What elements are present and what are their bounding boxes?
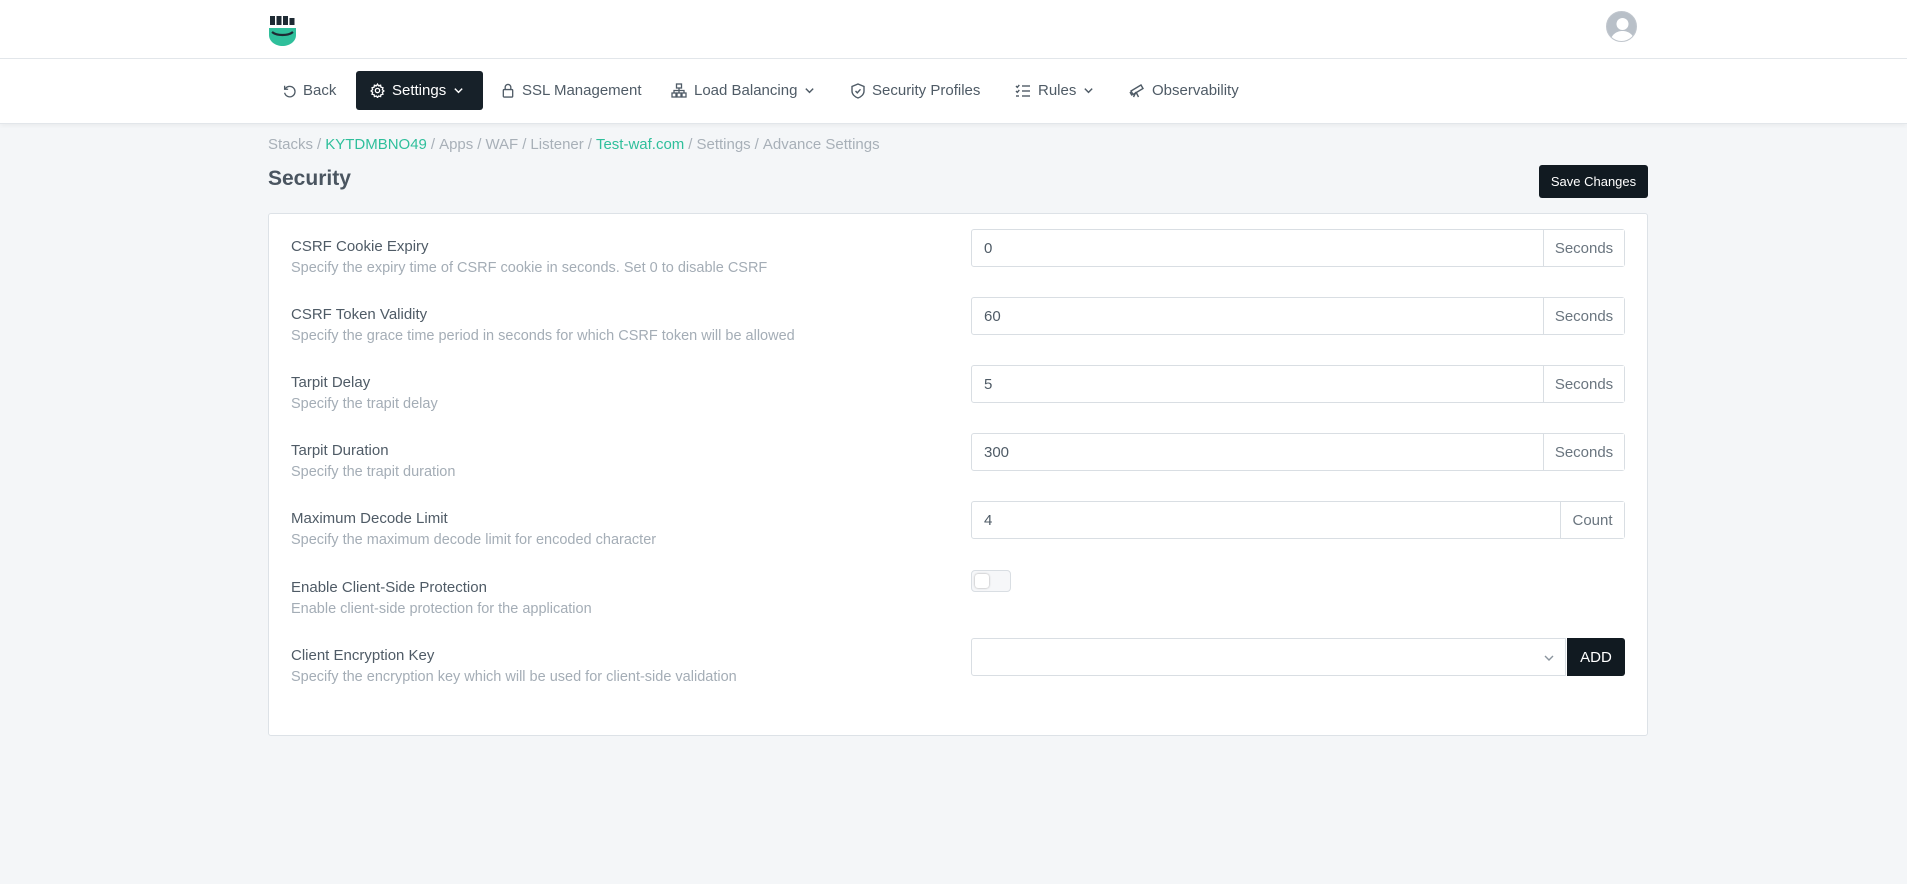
setting-title: Maximum Decode Limit	[291, 510, 448, 527]
setting-row-csrf-token-validity: CSRF Token Validity Specify the grace ti…	[269, 297, 1649, 366]
unit-label: Seconds	[1543, 366, 1624, 402]
tarpit-delay-field[interactable]: 5 Seconds	[971, 365, 1625, 403]
gear-icon	[370, 83, 385, 98]
telescope-icon	[1129, 84, 1144, 98]
shield-icon	[851, 82, 865, 99]
csrf-cookie-expiry-field[interactable]: 0 Seconds	[971, 229, 1625, 267]
lock-icon	[502, 83, 514, 98]
breadcrumb-settings[interactable]: Settings	[696, 136, 750, 153]
save-changes-button[interactable]: Save Changes	[1539, 165, 1648, 198]
maximum-decode-limit-field[interactable]: 4 Count	[971, 501, 1625, 539]
setting-description: Specify the trapit delay	[291, 396, 438, 412]
setting-title: Tarpit Duration	[291, 442, 389, 459]
setting-description: Specify the encryption key which will be…	[291, 669, 737, 685]
chevron-down-icon	[805, 88, 815, 94]
client-side-protection-toggle[interactable]	[971, 570, 1011, 592]
setting-title: CSRF Cookie Expiry	[291, 238, 429, 255]
nav-observability-label: Observability	[1152, 82, 1239, 99]
unit-label: Seconds	[1543, 298, 1624, 334]
user-avatar[interactable]	[1606, 11, 1637, 42]
breadcrumb: Stacks / KYTDMBNO49/Apps / WAF / Listener / Test…	[268, 136, 880, 153]
nav-observability[interactable]: Observability	[1115, 71, 1253, 110]
add-key-button[interactable]: ADD	[1567, 638, 1625, 676]
nav-rules-label: Rules	[1038, 82, 1077, 99]
page-title: Security	[268, 167, 351, 190]
setting-description: Specify the maximum decode limit for enc…	[291, 532, 657, 548]
breadcrumb-domain[interactable]: Test-waf.com	[596, 136, 684, 153]
undo-icon	[283, 85, 296, 98]
list-check-icon	[1015, 84, 1030, 97]
chevron-down-icon	[1544, 655, 1554, 661]
csrf-cookie-expiry-input[interactable]: 0	[972, 230, 1543, 266]
breadcrumb-stacks[interactable]: Stacks	[268, 136, 313, 153]
client-encryption-key-select[interactable]	[971, 638, 1566, 676]
setting-title: Client Encryption Key	[291, 647, 435, 664]
chevron-down-icon	[1084, 88, 1094, 94]
breadcrumb-stack-id[interactable]: KYTDMBNO49	[325, 136, 427, 153]
top-header	[0, 0, 1907, 59]
unit-label: Count	[1560, 502, 1624, 538]
main-navbar: Back Settings SSL Management Load Balanc…	[0, 59, 1907, 124]
tarpit-duration-input[interactable]: 300	[972, 434, 1543, 470]
nav-load-balancing[interactable]: Load Balancing	[657, 71, 829, 110]
nav-rules[interactable]: Rules	[1001, 71, 1108, 110]
breadcrumb-waf[interactable]: WAF	[485, 136, 518, 153]
toggle-knob	[975, 574, 989, 588]
unit-label: Seconds	[1543, 434, 1624, 470]
setting-row-tarpit-delay: Tarpit Delay Specify the trapit delay 5 …	[269, 365, 1649, 434]
breadcrumb-apps[interactable]: Apps	[439, 136, 473, 153]
tarpit-delay-input[interactable]: 5	[972, 366, 1543, 402]
setting-description: Enable client-side protection for the ap…	[291, 601, 592, 617]
setting-row-client-side-protection: Enable Client-Side Protection Enable cli…	[269, 570, 1649, 639]
nav-load-balancing-label: Load Balancing	[694, 82, 798, 99]
nav-settings-label: Settings	[392, 82, 447, 99]
setting-title: Tarpit Delay	[291, 374, 371, 391]
setting-title: Enable Client-Side Protection	[291, 579, 487, 596]
setting-description: Specify the trapit duration	[291, 464, 456, 480]
network-icon	[671, 83, 687, 98]
chevron-down-icon	[454, 88, 463, 94]
setting-row-csrf-cookie-expiry: CSRF Cookie Expiry Specify the expiry ti…	[269, 229, 1649, 298]
breadcrumb-current: Advance Settings	[762, 136, 880, 153]
maximum-decode-limit-input[interactable]: 4	[972, 502, 1560, 538]
tarpit-duration-field[interactable]: 300 Seconds	[971, 433, 1625, 471]
breadcrumb-listener[interactable]: Listener	[530, 136, 583, 153]
settings-card: CSRF Cookie Expiry Specify the expiry ti…	[268, 213, 1648, 736]
setting-title: CSRF Token Validity	[291, 306, 428, 323]
nav-back-label: Back	[303, 82, 337, 99]
nav-back[interactable]: Back	[268, 71, 350, 110]
csrf-token-validity-field[interactable]: 60 Seconds	[971, 297, 1625, 335]
setting-row-maximum-decode-limit: Maximum Decode Limit Specify the maximum…	[269, 501, 1649, 570]
nav-ssl-management-label: SSL Management	[522, 82, 642, 99]
setting-description: Specify the expiry time of CSRF cookie i…	[291, 260, 768, 276]
setting-row-client-encryption-key: Client Encryption Key Specify the encryp…	[269, 638, 1649, 707]
brand-logo-icon[interactable]	[268, 15, 297, 47]
nav-ssl-management[interactable]: SSL Management	[487, 71, 656, 110]
setting-description: Specify the grace time period in seconds…	[291, 328, 795, 344]
nav-security-profiles[interactable]: Security Profiles	[837, 71, 994, 110]
nav-security-profiles-label: Security Profiles	[872, 82, 981, 99]
csrf-token-validity-input[interactable]: 60	[972, 298, 1543, 334]
setting-row-tarpit-duration: Tarpit Duration Specify the trapit durat…	[269, 433, 1649, 502]
unit-label: Seconds	[1543, 230, 1624, 266]
nav-settings[interactable]: Settings	[356, 71, 483, 110]
